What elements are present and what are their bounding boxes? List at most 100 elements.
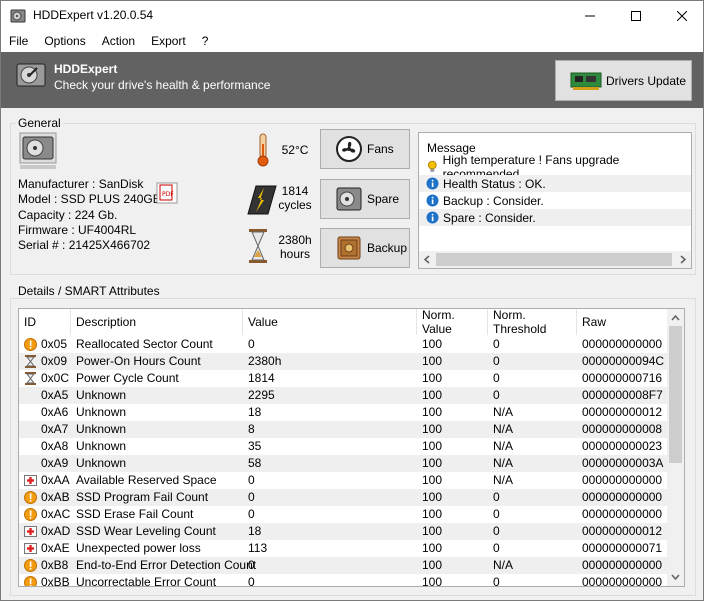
table-row[interactable]: 0xA7 Unknown 8 100 N/A 000000000008 bbox=[19, 421, 667, 438]
bulb-icon bbox=[427, 160, 437, 172]
warning-icon bbox=[24, 576, 37, 586]
menu-export[interactable]: Export bbox=[143, 31, 194, 52]
smart-id: 0xA9 bbox=[41, 456, 69, 470]
column-header-id[interactable]: ID bbox=[19, 309, 71, 335]
pdf-report-icon[interactable]: PDF bbox=[156, 182, 178, 204]
smart-value: 0 bbox=[248, 558, 255, 572]
table-row[interactable]: 0xAB SSD Program Fail Count 0 100 0 000000000… bbox=[19, 489, 667, 506]
smart-norm-value: 100 bbox=[422, 558, 443, 572]
svg-text:PDF: PDF bbox=[162, 191, 174, 198]
table-row[interactable]: 0xAE Unexpected power loss 113 100 0 00000000… bbox=[19, 540, 667, 557]
smart-norm-threshold: 0 bbox=[493, 371, 500, 385]
table-row[interactable]: 0x05 Reallocated Sector Count 0 100 0 0000000… bbox=[19, 336, 667, 353]
title-bar: HDDExpert v1.20.0.54 bbox=[1, 1, 703, 31]
hourglass-icon bbox=[25, 355, 36, 368]
spare-drive-icon bbox=[336, 187, 362, 211]
smart-description: Reallocated Sector Count bbox=[76, 337, 213, 351]
spare-label: Spare bbox=[367, 192, 400, 206]
smart-raw: 000000000000 bbox=[582, 558, 663, 572]
fans-label: Fans bbox=[367, 142, 394, 156]
smart-raw: 000000000000 bbox=[582, 473, 663, 487]
scrollbar-thumb[interactable] bbox=[436, 253, 672, 266]
table-row[interactable]: 0xAC SSD Erase Fail Count 0 100 0 00000000000… bbox=[19, 506, 667, 523]
smart-raw: 00000000003A bbox=[582, 456, 664, 470]
cycles-unit: cycles bbox=[278, 198, 312, 212]
table-row[interactable]: 0xA5 Unknown 2295 100 0 0000000008F7 bbox=[19, 387, 667, 404]
smart-id: 0xB8 bbox=[41, 558, 69, 572]
table-row[interactable]: 0x09 Power-On Hours Count 2380h 100 0 0000000… bbox=[19, 353, 667, 370]
table-row[interactable]: 0xBB Uncorrectable Error Count 0 100 0 000000… bbox=[19, 574, 667, 587]
smart-description: SSD Erase Fail Count bbox=[76, 507, 194, 521]
smart-norm-value: 100 bbox=[422, 456, 443, 470]
drivers-update-button[interactable]: Drivers Update bbox=[555, 60, 692, 101]
maximize-button[interactable] bbox=[613, 1, 659, 31]
smart-raw: 000000000000 bbox=[582, 490, 663, 504]
table-row[interactable]: 0xA8 Unknown 35 100 N/A 000000000023 bbox=[19, 438, 667, 455]
medical-kit-icon bbox=[24, 526, 37, 537]
smart-value: 8 bbox=[248, 422, 255, 436]
smart-value: 35 bbox=[248, 439, 262, 453]
smart-norm-value: 100 bbox=[422, 388, 443, 402]
hours-value: 2380h bbox=[278, 233, 312, 247]
spare-button[interactable]: Spare bbox=[320, 179, 410, 219]
scroll-left-icon[interactable] bbox=[423, 255, 431, 264]
smart-value: 0 bbox=[248, 473, 255, 487]
smart-raw: 000000000012 bbox=[582, 405, 663, 419]
table-row[interactable]: 0xAA Available Reserved Space 0 100 N/A 00000… bbox=[19, 472, 667, 489]
fans-button[interactable]: Fans bbox=[320, 129, 410, 169]
message-text: Backup : Consider. bbox=[443, 193, 544, 208]
smart-norm-threshold: N/A bbox=[493, 405, 514, 419]
smart-norm-threshold: 0 bbox=[493, 541, 500, 555]
message-text: Health Status : OK. bbox=[443, 176, 546, 191]
smart-value: 18 bbox=[248, 524, 262, 538]
serial-text: Serial # : 21425X466702 bbox=[18, 238, 151, 252]
warning-icon bbox=[24, 559, 37, 572]
message-item: High temperature ! Fans upgrade recommen… bbox=[419, 153, 691, 181]
scroll-up-icon[interactable] bbox=[671, 314, 680, 322]
minimize-button[interactable] bbox=[567, 1, 613, 31]
smart-raw: 000000000000 bbox=[582, 575, 663, 587]
drivers-update-label: Drivers Update bbox=[606, 73, 687, 88]
general-label: General bbox=[16, 116, 63, 130]
smart-norm-threshold: 0 bbox=[493, 490, 500, 504]
menu-action[interactable]: Action bbox=[94, 31, 143, 52]
banner-subtitle: Check your drive's health & performance bbox=[54, 78, 271, 92]
menu-help[interactable]: ? bbox=[194, 31, 217, 52]
smart-value: 113 bbox=[248, 541, 268, 555]
table-row[interactable]: 0xA9 Unknown 58 100 N/A 00000000003A bbox=[19, 455, 667, 472]
table-row[interactable]: 0xA6 Unknown 18 100 N/A 000000000012 bbox=[19, 404, 667, 421]
table-row[interactable]: 0x0C Power Cycle Count 1814 100 0 00000000071… bbox=[19, 370, 667, 387]
scroll-right-icon[interactable] bbox=[679, 255, 687, 264]
column-header-description[interactable]: Description bbox=[71, 309, 243, 335]
smart-description: SSD Program Fail Count bbox=[76, 490, 209, 504]
scroll-down-icon[interactable] bbox=[671, 573, 680, 581]
thermometer-icon bbox=[257, 133, 269, 167]
smart-raw: 000000000000 bbox=[582, 507, 663, 521]
table-row[interactable]: 0xB8 End-to-End Error Detection Count 0 100… bbox=[19, 557, 667, 574]
column-header-value[interactable]: Value bbox=[243, 309, 417, 335]
smart-id: 0xAA bbox=[41, 473, 70, 487]
smart-id: 0xAD bbox=[41, 524, 71, 538]
close-button[interactable] bbox=[659, 1, 704, 31]
smart-raw: 000000000071 bbox=[582, 541, 663, 555]
menu-file[interactable]: File bbox=[1, 31, 36, 52]
smart-raw: 000000000008 bbox=[582, 422, 663, 436]
scrollbar-thumb[interactable] bbox=[669, 326, 682, 463]
smart-id: 0xA7 bbox=[41, 422, 69, 436]
table-row[interactable]: 0xAD SSD Wear Leveling Count 18 100 0 0000000… bbox=[19, 523, 667, 540]
column-header-raw[interactable]: Raw bbox=[577, 309, 667, 335]
menu-options[interactable]: Options bbox=[36, 31, 93, 52]
smart-value: 2295 bbox=[248, 388, 275, 402]
hourglass-icon bbox=[25, 372, 36, 385]
table-vertical-scrollbar[interactable] bbox=[667, 309, 684, 586]
column-header-norm-value[interactable]: Norm. Value bbox=[417, 309, 488, 336]
banner-title: HDDExpert bbox=[54, 62, 118, 76]
capacity-text: Capacity : 224 Gb. bbox=[18, 208, 118, 222]
smart-norm-value: 100 bbox=[422, 371, 443, 385]
message-horizontal-scrollbar[interactable] bbox=[419, 251, 691, 268]
column-header-norm-threshold[interactable]: Norm. Threshold bbox=[488, 309, 577, 336]
smart-norm-value: 100 bbox=[422, 354, 443, 368]
smart-description: Power Cycle Count bbox=[76, 371, 179, 385]
smart-norm-threshold: 0 bbox=[493, 575, 500, 587]
backup-button[interactable]: Backup bbox=[320, 228, 410, 268]
